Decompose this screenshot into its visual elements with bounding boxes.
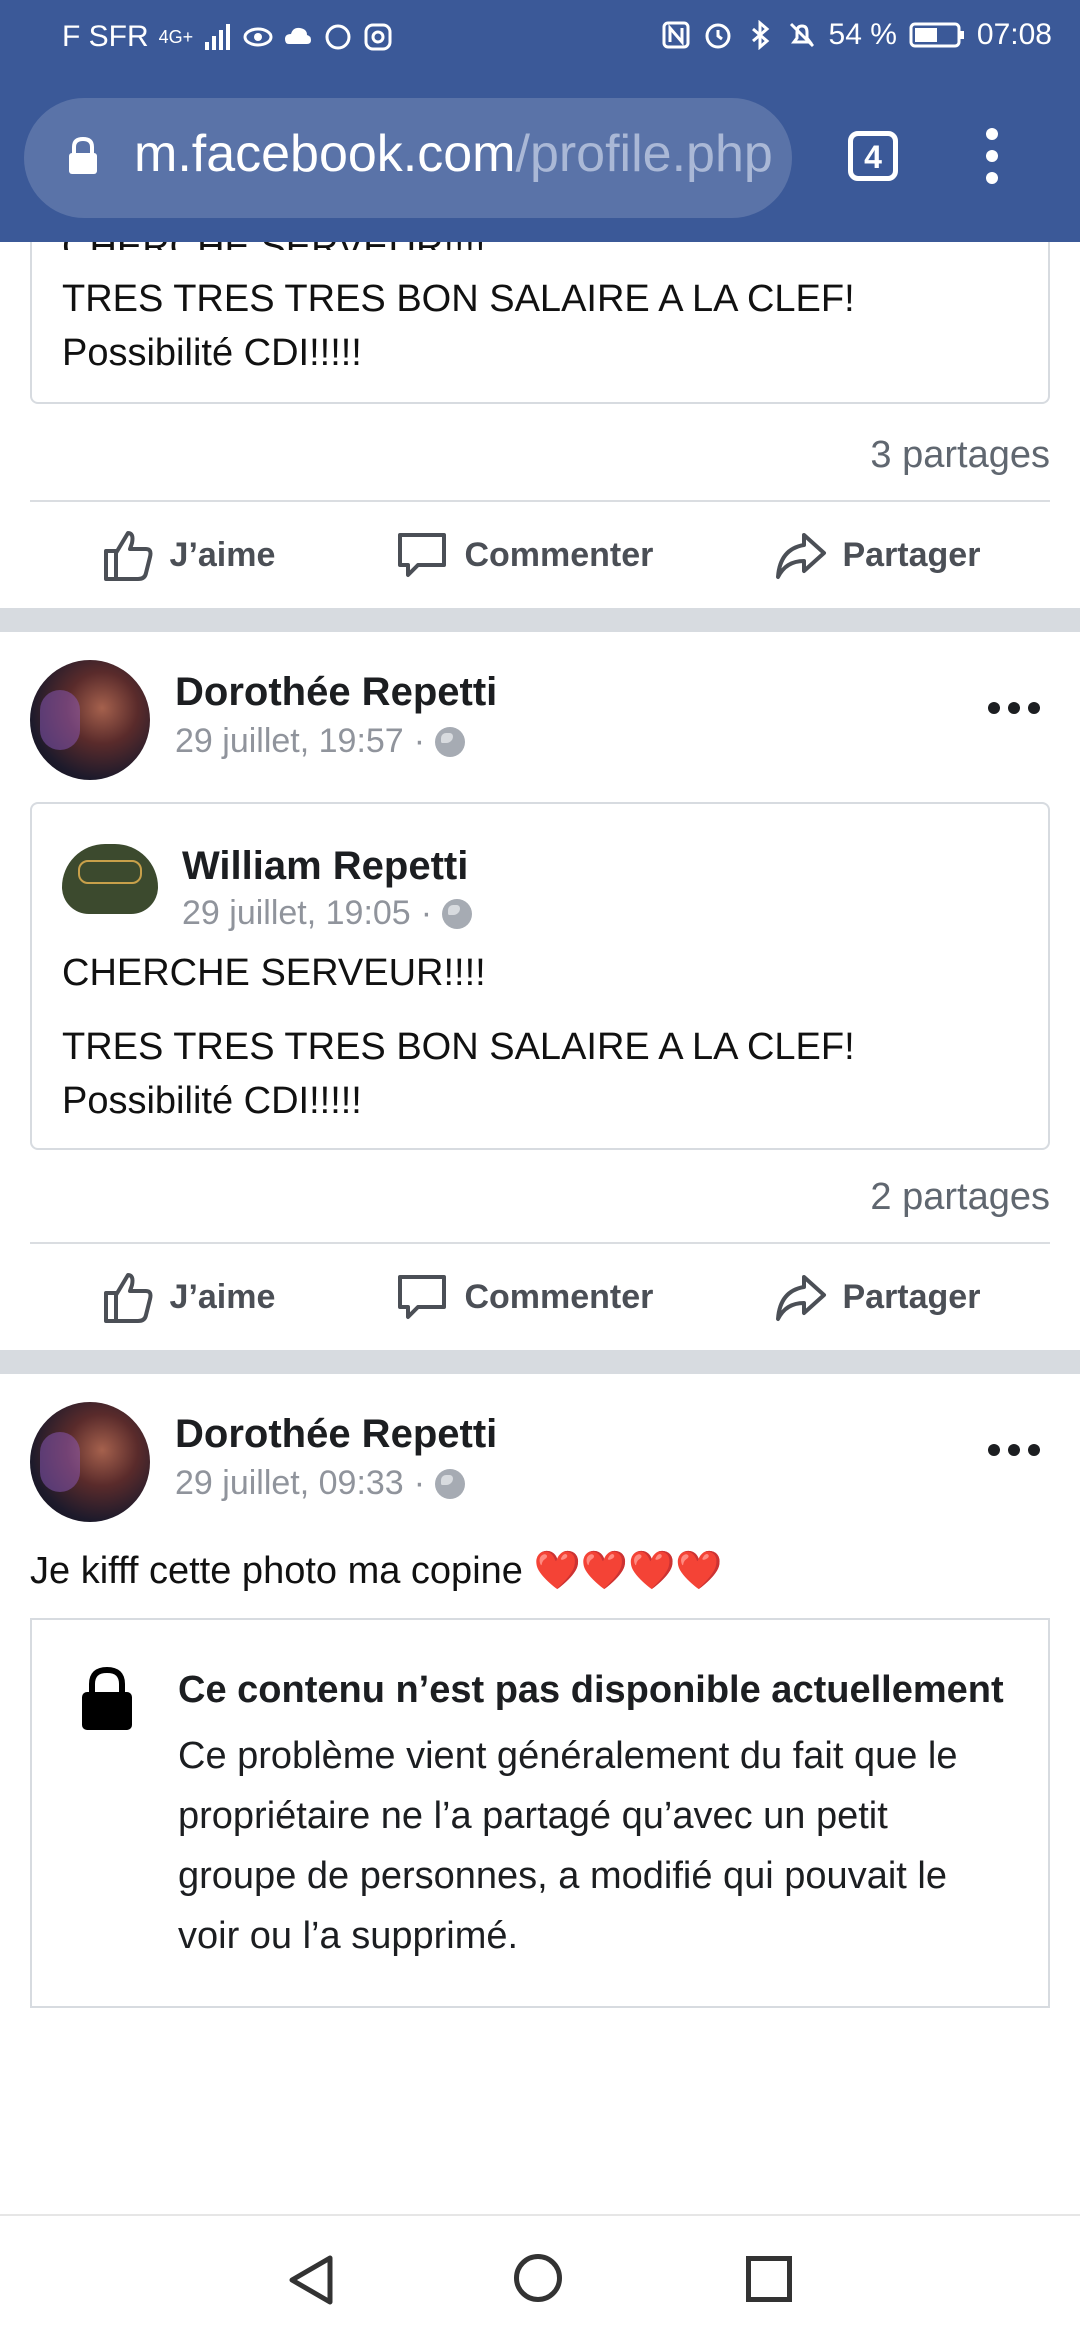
unavailable-title: Ce contenu n’est pas disponible actuelle… <box>178 1669 1004 1711</box>
share-label: Partager <box>842 535 981 574</box>
author-name[interactable]: Dorothée Repetti <box>175 1412 497 1457</box>
clock: 07:08 <box>976 18 1052 51</box>
post-text-line: Possibilité CDI!!!!! <box>62 1080 362 1122</box>
post-text-line: TRES TRES TRES BON SALAIRE A LA CLEF! <box>62 1026 855 1068</box>
more-dots-icon[interactable] <box>988 1444 1040 1456</box>
share-arrow-icon <box>776 533 827 579</box>
feed-separator <box>0 1350 1080 1374</box>
like-button[interactable]: J’aime <box>100 527 276 583</box>
comment-button[interactable]: Commenter <box>394 527 653 583</box>
tab-switcher-button[interactable]: 4 <box>848 131 898 181</box>
status-bar: F SFR 4G+ 54 % 07:08 <box>0 0 1080 72</box>
network-label: 4G+ <box>158 26 194 47</box>
browser-top-bar: F SFR 4G+ 54 % 07:08 m.facebook.com/prof… <box>0 0 1080 242</box>
system-navigation-bar <box>0 2214 1080 2342</box>
post-header: Dorothée Repetti 29 juillet, 19:57 · <box>0 632 1080 802</box>
alarm-icon <box>705 23 731 49</box>
lock-icon <box>82 1666 132 1730</box>
bluetooth-icon <box>751 20 769 50</box>
post-date[interactable]: 29 juillet, 09:33 <box>175 1464 404 1503</box>
share-count[interactable]: 2 partages <box>0 1172 1080 1242</box>
unavailable-content-card: Ce contenu n’est pas disponible actuelle… <box>30 1618 1050 2008</box>
back-icon[interactable] <box>286 2254 336 2306</box>
eye-icon <box>243 27 273 47</box>
globe-icon <box>435 726 466 757</box>
share-label: Partager <box>842 1277 981 1316</box>
post-text: Je kifff cette photo ma copine ❤️❤️❤️❤️ <box>30 1550 723 1592</box>
share-button[interactable]: Partager <box>772 527 980 583</box>
url-text[interactable]: m.facebook.com/profile.php?i <box>134 124 774 184</box>
post-text-line: Possibilité CDI!!!!! <box>62 332 362 374</box>
cloud-icon <box>285 27 312 44</box>
post-header: Dorothée Repetti 29 juillet, 09:33 · <box>0 1374 1080 1544</box>
carrier-label: F SFR <box>62 20 149 53</box>
more-dots-icon[interactable] <box>988 702 1040 714</box>
signal-icon <box>205 24 231 50</box>
recent-apps-icon[interactable] <box>746 2256 792 2302</box>
instagram-icon <box>364 23 392 51</box>
shared-post-header: William Repetti 29 juillet, 19:05 · <box>62 804 1018 932</box>
thumbs-up-icon <box>103 1273 153 1323</box>
post-meta: 29 juillet, 09:33 · <box>175 1464 466 1503</box>
avatar[interactable] <box>30 1402 150 1522</box>
globe-icon <box>435 1468 466 1499</box>
menu-icon[interactable] <box>985 128 999 188</box>
circle-icon <box>325 24 351 50</box>
thumbs-up-icon <box>103 531 153 581</box>
like-label: J’aime <box>169 535 276 574</box>
like-button[interactable]: J’aime <box>100 1269 276 1325</box>
home-icon[interactable] <box>514 2254 562 2302</box>
feed-separator <box>0 608 1080 632</box>
speech-bubble-icon <box>398 533 447 577</box>
comment-button[interactable]: Commenter <box>394 1269 653 1325</box>
post-text-line: TRES TRES TRES BON SALAIRE A LA CLEF! <box>62 278 855 320</box>
mute-icon <box>789 22 814 48</box>
battery-percent: 54 % <box>828 18 897 51</box>
share-arrow-icon <box>776 1275 827 1321</box>
url-path: /profile.php?i <box>515 125 775 183</box>
share-button[interactable]: Partager <box>772 1269 980 1325</box>
post-text-line: CHERCHE SERVEUR!!!! <box>62 952 486 994</box>
unavailable-body: Ce problème vient généralement du fait q… <box>178 1735 958 1957</box>
nfc-icon <box>662 21 690 49</box>
author-name[interactable]: William Repetti <box>182 844 468 889</box>
news-feed: CHERCHE SERVEUR!!!! TRES TRES TRES BON S… <box>0 220 1080 2008</box>
like-label: J’aime <box>169 1277 276 1316</box>
url-domain: m.facebook.com <box>134 125 516 183</box>
post-actions: J’aime Commenter Partager <box>0 1244 1080 1350</box>
globe-icon <box>442 898 473 929</box>
post-actions: J’aime Commenter Partager <box>0 502 1080 608</box>
author-name[interactable]: Dorothée Repetti <box>175 670 497 715</box>
battery-icon <box>909 22 964 48</box>
address-bar[interactable]: m.facebook.com/profile.php?i <box>24 98 792 218</box>
comment-label: Commenter <box>464 535 654 574</box>
comment-label: Commenter <box>464 1277 654 1316</box>
shared-post-card[interactable]: William Repetti 29 juillet, 19:05 · CHER… <box>30 802 1050 1150</box>
lock-icon <box>69 136 97 174</box>
post-date[interactable]: 29 juillet, 19:05 <box>182 894 411 933</box>
shared-post-card: CHERCHE SERVEUR!!!! TRES TRES TRES BON S… <box>30 220 1050 404</box>
avatar[interactable] <box>62 844 158 914</box>
share-count[interactable]: 3 partages <box>0 430 1080 500</box>
post-meta: 29 juillet, 19:05 · <box>182 894 473 933</box>
post-date[interactable]: 29 juillet, 19:57 <box>175 722 404 761</box>
speech-bubble-icon <box>398 1275 447 1319</box>
avatar[interactable] <box>30 660 150 780</box>
post-meta: 29 juillet, 19:57 · <box>175 722 466 761</box>
